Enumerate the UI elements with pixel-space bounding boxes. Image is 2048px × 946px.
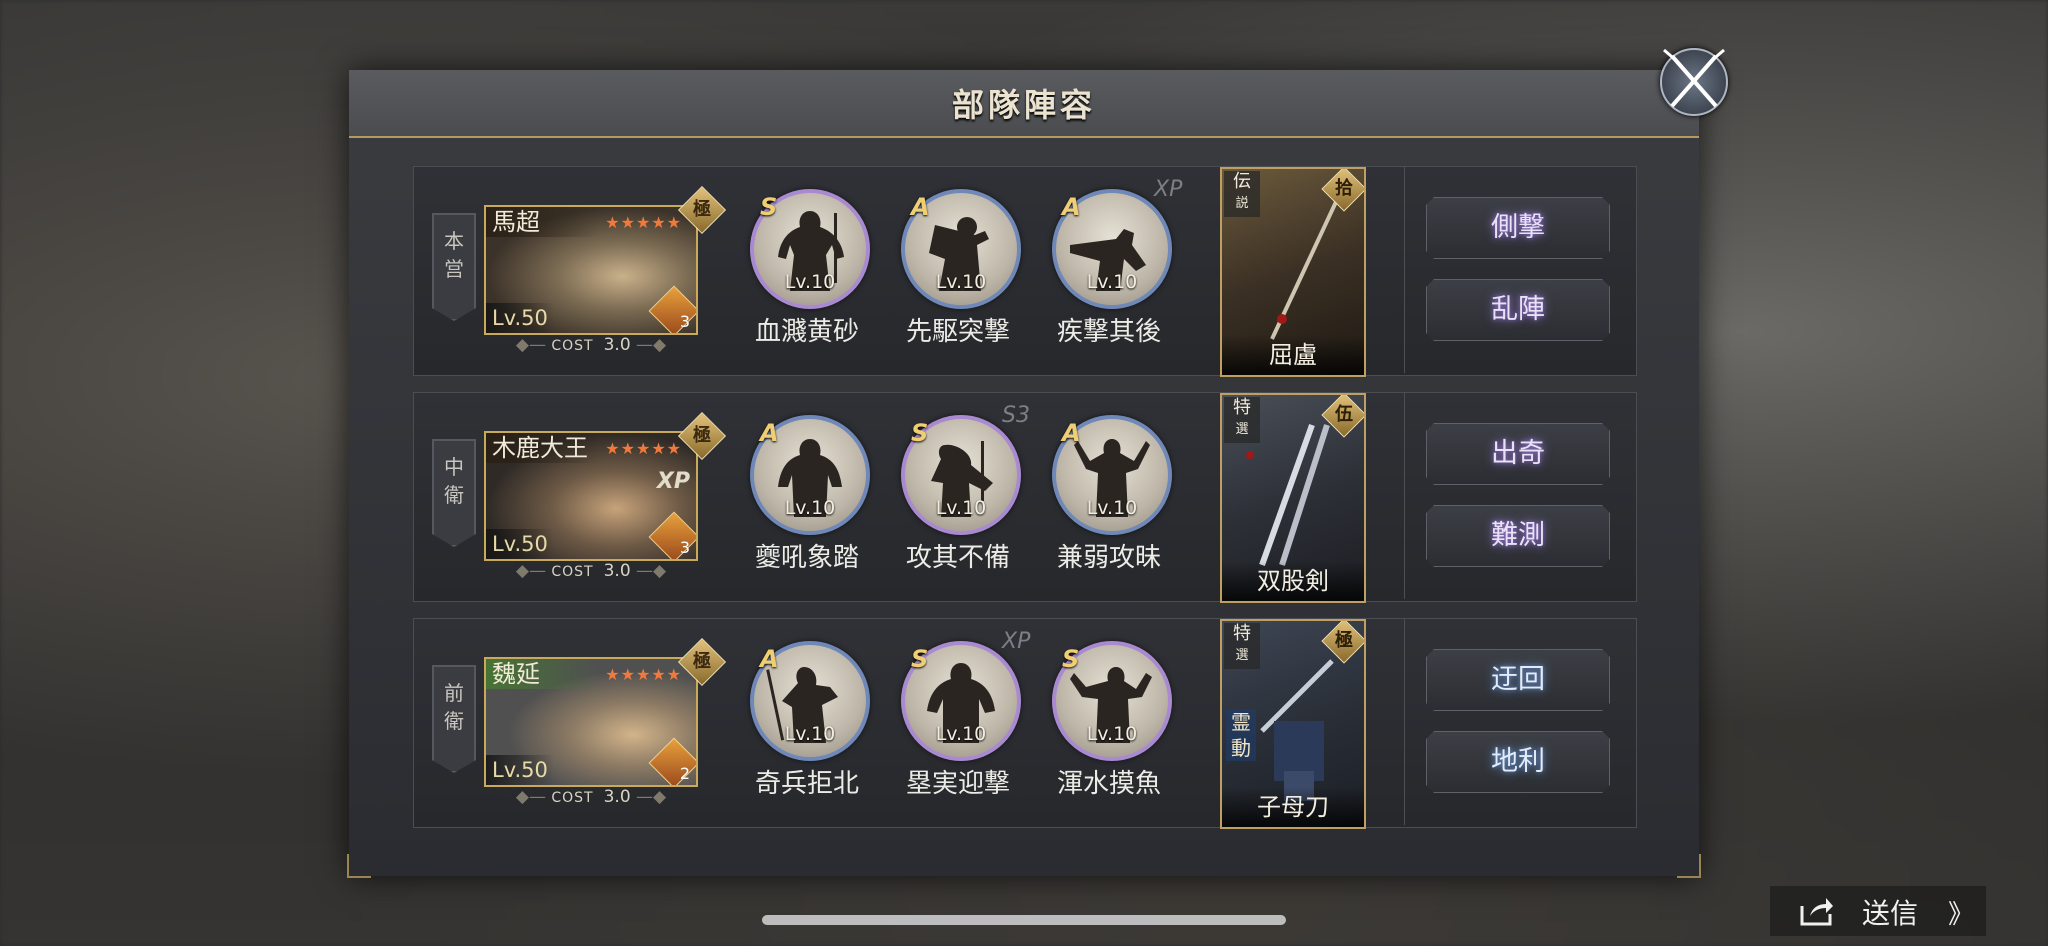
corner-ornament bbox=[347, 854, 371, 878]
skill-grade: S bbox=[1062, 645, 1080, 673]
skill-name: 塁実迎撃 bbox=[905, 769, 1010, 799]
treasure-name: 子母刀 bbox=[1222, 787, 1364, 827]
corner-ornament bbox=[1677, 854, 1701, 878]
general-card[interactable]: 馬超 ★★★★★ Lv.50 3 bbox=[484, 205, 698, 335]
skill-grade: A bbox=[760, 645, 779, 673]
awaken-rank-number: 2 bbox=[679, 764, 690, 783]
general-level: Lv.50 bbox=[486, 529, 554, 559]
skill-name: 先駆突撃 bbox=[905, 317, 1010, 347]
formation-dialog: 部隊陣容 本 営 馬超 ★★★★★ Lv.50 3 極 ◆— COST 3.0 —… bbox=[347, 70, 1701, 878]
squad-row-honei: 本 営 馬超 ★★★★★ Lv.50 3 極 ◆— COST 3.0 —◆ S L… bbox=[413, 166, 1637, 377]
star-rating: ★★★★★ bbox=[605, 439, 682, 458]
skill-grade: S bbox=[760, 193, 778, 221]
skill-level: Lv.10 bbox=[1086, 723, 1138, 745]
general-card[interactable]: 魏延 ★★★★★ Lv.50 2 bbox=[484, 657, 698, 787]
skill-grade: A bbox=[1062, 193, 1081, 221]
skill-grade: S bbox=[911, 645, 929, 673]
skill-name: 血濺黄砂 bbox=[754, 317, 859, 347]
treasure-card[interactable]: 特選 伍 双股剣 bbox=[1220, 393, 1366, 603]
general-level: Lv.50 bbox=[486, 303, 554, 333]
cost-label: ◆— COST 3.0 —◆ bbox=[515, 561, 667, 581]
skill-level: Lv.10 bbox=[1086, 497, 1138, 519]
treasure-name: 屈盧 bbox=[1222, 335, 1364, 375]
tactic-button-1[interactable]: 迂回 bbox=[1426, 649, 1610, 711]
skill-name: 夔吼象踏 bbox=[754, 543, 859, 573]
skill-name: 奇兵拒北 bbox=[754, 769, 859, 799]
general-name: 馬超 bbox=[486, 207, 598, 237]
send-label: 送信 bbox=[1862, 897, 1919, 930]
share-icon bbox=[1800, 898, 1833, 926]
skill-grade: A bbox=[760, 419, 779, 447]
crossed-swords-icon bbox=[1663, 48, 1725, 108]
skill-level: Lv.10 bbox=[784, 271, 836, 293]
general-card[interactable]: 木鹿大王 ★★★★★ XP Lv.50 3 bbox=[484, 431, 698, 561]
skill-level: Lv.10 bbox=[1086, 271, 1138, 293]
xp-label: XP bbox=[656, 469, 690, 494]
skill-name: 兼弱攻昧 bbox=[1056, 543, 1161, 573]
skill-note: XP bbox=[1154, 177, 1183, 202]
treasure-card[interactable]: 伝説 拾 屈盧 bbox=[1220, 167, 1366, 377]
general-level: Lv.50 bbox=[486, 755, 554, 785]
cost-label: ◆— COST 3.0 —◆ bbox=[515, 335, 667, 355]
treasure-type: 伝説 bbox=[1224, 171, 1260, 217]
dialog-title: 部隊陣容 bbox=[951, 86, 1096, 124]
dialog-header: 部隊陣容 bbox=[349, 70, 1699, 138]
tactic-button-1[interactable]: 出奇 bbox=[1426, 423, 1610, 485]
position-tag: 前 衛 bbox=[432, 665, 476, 773]
position-tag: 本 営 bbox=[432, 213, 476, 321]
home-indicator[interactable] bbox=[762, 915, 1286, 925]
skill-grade: S bbox=[911, 419, 929, 447]
treasure-extra-tag: 霊動 bbox=[1226, 709, 1256, 761]
divider bbox=[1404, 619, 1405, 825]
close-button[interactable] bbox=[1660, 48, 1728, 116]
treasure-type: 特選 bbox=[1224, 397, 1260, 443]
squad-row-chuei: 中 衛 木鹿大王 ★★★★★ XP Lv.50 3 極 ◆— COST 3.0 —… bbox=[413, 392, 1637, 603]
squad-row-zenei: 前 衛 魏延 ★★★★★ Lv.50 2 極 ◆— COST 3.0 —◆ A L… bbox=[413, 618, 1637, 829]
awaken-rank-number: 3 bbox=[679, 312, 690, 331]
skill-level: Lv.10 bbox=[935, 271, 987, 293]
skill-grade: A bbox=[1062, 419, 1081, 447]
star-rating: ★★★★★ bbox=[605, 213, 682, 232]
skill-level: Lv.10 bbox=[784, 723, 836, 745]
tactic-button-2[interactable]: 難測 bbox=[1426, 505, 1610, 567]
send-arrow-icon: 》 bbox=[1948, 900, 1975, 930]
skill-name: 疾撃其後 bbox=[1056, 317, 1161, 347]
general-name: 魏延 bbox=[486, 659, 598, 689]
position-tag: 中 衛 bbox=[432, 439, 476, 547]
skill-level: Lv.10 bbox=[935, 497, 987, 519]
divider bbox=[1404, 167, 1405, 373]
tactic-button-2[interactable]: 地利 bbox=[1426, 731, 1610, 793]
tactic-button-1[interactable]: 側撃 bbox=[1426, 197, 1610, 259]
skill-name: 渾水摸魚 bbox=[1056, 769, 1161, 799]
treasure-card[interactable]: 特選 極 霊動 子母刀 bbox=[1220, 619, 1366, 829]
send-button[interactable]: 送信 》 bbox=[1770, 886, 1986, 936]
skill-note: S3 bbox=[1002, 403, 1030, 428]
skill-note: XP bbox=[1002, 629, 1031, 654]
skill-level: Lv.10 bbox=[784, 497, 836, 519]
cost-label: ◆— COST 3.0 —◆ bbox=[515, 787, 667, 807]
treasure-name: 双股剣 bbox=[1222, 561, 1364, 601]
general-name: 木鹿大王 bbox=[486, 433, 598, 463]
treasure-type: 特選 bbox=[1224, 623, 1260, 669]
skill-grade: A bbox=[911, 193, 930, 221]
divider bbox=[1404, 393, 1405, 599]
skill-name: 攻其不備 bbox=[905, 543, 1010, 573]
skill-level: Lv.10 bbox=[935, 723, 987, 745]
tactic-button-2[interactable]: 乱陣 bbox=[1426, 279, 1610, 341]
star-rating: ★★★★★ bbox=[605, 665, 682, 684]
awaken-rank-number: 3 bbox=[679, 538, 690, 557]
